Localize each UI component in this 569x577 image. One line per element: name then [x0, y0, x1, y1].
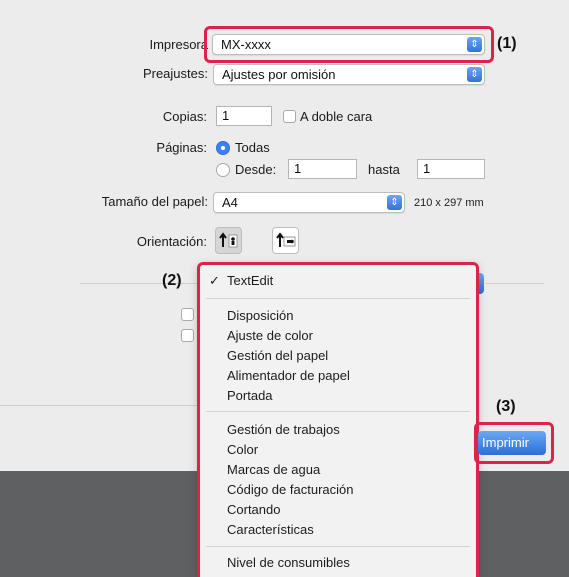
callout-3: (3)	[496, 398, 516, 415]
portrait-icon	[219, 232, 238, 248]
separator-line	[0, 405, 200, 406]
highlight-printer	[204, 26, 494, 63]
separator-line	[486, 283, 544, 284]
hidden-option-checkbox[interactable]	[181, 308, 194, 321]
copies-label: Copias:	[162, 109, 207, 124]
copies-input[interactable]: 1	[216, 106, 272, 126]
paper-size-select[interactable]: A4 ⇕	[213, 192, 405, 213]
callout-1: (1)	[497, 35, 517, 52]
pages-from-input[interactable]: 1	[288, 159, 357, 179]
chevron-updown-icon: ⇕	[387, 195, 402, 210]
highlight-print	[474, 422, 554, 464]
orientation-label: Orientación:	[136, 234, 207, 249]
pages-label: Páginas:	[156, 140, 207, 155]
pages-all-label: Todas	[235, 140, 270, 155]
landscape-icon	[276, 232, 296, 247]
separator-line	[80, 283, 200, 284]
presets-label: Preajustes:	[142, 66, 208, 81]
orientation-landscape-button[interactable]	[272, 227, 299, 254]
hidden-option-checkbox[interactable]	[181, 329, 194, 342]
orientation-portrait-button[interactable]	[215, 227, 242, 254]
printer-label: Impresora	[149, 37, 208, 52]
presets-select[interactable]: Ajustes por omisión ⇕	[213, 64, 485, 85]
paper-size-value: A4	[222, 195, 238, 210]
paper-size-label: Tamaño del papel:	[101, 194, 208, 209]
paper-dimensions: 210 x 297 mm	[414, 197, 484, 209]
callout-2: (2)	[162, 272, 182, 289]
pages-from-label: Desde:	[235, 162, 277, 177]
pages-range-radio[interactable]	[216, 163, 230, 177]
pages-to-input[interactable]: 1	[417, 159, 485, 179]
highlight-popup	[197, 262, 479, 577]
chevron-updown-icon: ⇕	[467, 67, 482, 82]
pages-all-radio[interactable]	[216, 141, 230, 155]
duplex-label: A doble cara	[300, 109, 373, 124]
duplex-checkbox[interactable]	[283, 110, 296, 123]
pages-to-label: hasta	[368, 162, 400, 177]
presets-value: Ajustes por omisión	[222, 67, 336, 82]
